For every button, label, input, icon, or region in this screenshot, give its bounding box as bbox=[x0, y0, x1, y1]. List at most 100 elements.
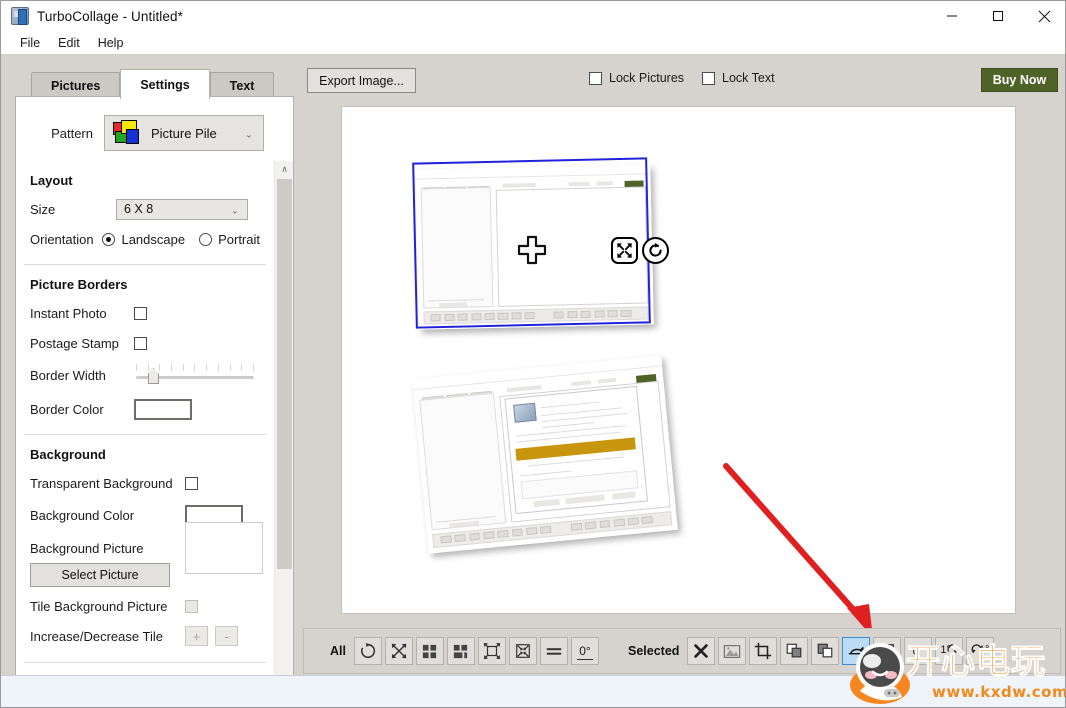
flip-button[interactable] bbox=[842, 637, 870, 665]
divider bbox=[24, 662, 266, 663]
orientation-label: Orientation bbox=[30, 232, 102, 247]
maximize-button[interactable] bbox=[975, 1, 1021, 31]
instant-photo-label: Instant Photo bbox=[30, 306, 134, 321]
panel-tabs: Pictures Settings Text bbox=[31, 69, 274, 99]
collapse-button[interactable] bbox=[509, 637, 537, 665]
border-color-label: Border Color bbox=[30, 402, 134, 417]
bring-forward-button[interactable] bbox=[780, 637, 808, 665]
buy-now-button[interactable]: Buy Now bbox=[981, 68, 1058, 92]
tab-settings[interactable]: Settings bbox=[120, 69, 209, 99]
collage-picture-2[interactable] bbox=[412, 355, 678, 553]
orientation-row: Orientation Landscape Portrait bbox=[16, 224, 274, 254]
scroll-up-icon[interactable]: ∧ bbox=[275, 161, 294, 178]
send-backward-button[interactable] bbox=[811, 637, 839, 665]
bring-forward-icon bbox=[785, 642, 803, 660]
border-width-label: Border Width bbox=[30, 368, 134, 383]
diagonal-arrows-icon bbox=[390, 642, 408, 660]
reset-angle-button[interactable]: 0° bbox=[904, 637, 932, 665]
expand-button[interactable] bbox=[478, 637, 506, 665]
tile-background-checkbox[interactable] bbox=[185, 600, 198, 613]
shuffle-rotate-button[interactable] bbox=[354, 637, 382, 665]
pattern-dropdown[interactable]: Picture Pile ⌄ bbox=[104, 115, 264, 151]
tile-increase-button[interactable]: + bbox=[185, 626, 208, 646]
resize-handle[interactable] bbox=[611, 237, 638, 264]
selected-label: Selected bbox=[628, 644, 679, 658]
rotate-circle-icon bbox=[647, 242, 664, 259]
size-label: Size bbox=[30, 202, 116, 217]
export-image-button[interactable]: Export Image... bbox=[307, 68, 416, 93]
instant-photo-checkbox[interactable] bbox=[134, 307, 147, 320]
settings-scroll-content: Layout Size 6 X 8 ⌄ Orientation Landscap… bbox=[16, 161, 274, 692]
border-width-slider[interactable] bbox=[134, 364, 256, 386]
top-toolbar: Export Image... Lock Pictures Lock Text … bbox=[301, 54, 1066, 106]
background-picture-preview[interactable] bbox=[185, 522, 263, 574]
replace-picture-button[interactable] bbox=[718, 637, 746, 665]
size-select[interactable]: 6 X 8 ⌄ bbox=[116, 199, 248, 220]
rotate-ccw-button[interactable]: 1° bbox=[966, 637, 994, 665]
expand-arrows-icon bbox=[483, 642, 501, 660]
reset-rotation-button[interactable]: 0° bbox=[571, 637, 599, 665]
settings-content: Pattern Picture Pile ⌄ Layout bbox=[15, 96, 294, 693]
flip-icon bbox=[847, 643, 865, 659]
chevron-down-icon: ⌄ bbox=[245, 131, 253, 136]
crop-button[interactable] bbox=[749, 637, 777, 665]
grid-mixed-button[interactable] bbox=[447, 637, 475, 665]
border-color-swatch[interactable] bbox=[134, 399, 192, 420]
plus-icon bbox=[517, 235, 547, 265]
rotate-cw-button[interactable]: 1° bbox=[935, 637, 963, 665]
menu-bar: File Edit Help bbox=[1, 31, 1066, 54]
menu-edit[interactable]: Edit bbox=[49, 34, 89, 52]
menu-file[interactable]: File bbox=[11, 34, 49, 52]
pattern-value: Picture Pile bbox=[151, 126, 217, 141]
settings-scrollbar[interactable]: ∧ ∨ bbox=[274, 161, 293, 692]
window-title: TurboCollage - Untitled* bbox=[37, 9, 183, 24]
background-color-label: Background Color bbox=[30, 508, 185, 523]
send-backward-icon bbox=[816, 642, 834, 660]
rotate-cw-icon bbox=[946, 641, 960, 655]
title-bar: TurboCollage - Untitled* bbox=[1, 1, 1066, 31]
align-button[interactable] bbox=[540, 637, 568, 665]
collapse-arrows-icon bbox=[514, 642, 532, 660]
close-button[interactable] bbox=[1021, 1, 1066, 31]
divider bbox=[24, 434, 266, 435]
scatter-button[interactable] bbox=[385, 637, 413, 665]
postage-stamp-checkbox[interactable] bbox=[134, 337, 147, 350]
tab-pictures[interactable]: Pictures bbox=[31, 72, 120, 99]
lock-text-checkbox[interactable] bbox=[702, 72, 715, 85]
radio-landscape[interactable] bbox=[102, 233, 115, 246]
portrait-label: Portrait bbox=[218, 232, 260, 247]
select-picture-button[interactable]: Select Picture bbox=[30, 563, 170, 587]
tile-stepper: + - bbox=[185, 626, 238, 646]
radio-portrait[interactable] bbox=[199, 233, 212, 246]
picture-pile-icon bbox=[113, 120, 141, 146]
grid-equal-button[interactable] bbox=[416, 637, 444, 665]
tile-background-label: Tile Background Picture bbox=[30, 599, 185, 614]
status-bar bbox=[1, 675, 1066, 707]
background-picture-label: Background Picture bbox=[30, 541, 185, 556]
annotation-arrow bbox=[701, 456, 901, 656]
crop-icon bbox=[754, 642, 772, 660]
transparent-background-checkbox[interactable] bbox=[185, 477, 198, 490]
lock-text-option[interactable]: Lock Text bbox=[702, 71, 775, 85]
rotate-handle[interactable] bbox=[642, 237, 669, 264]
picture-borders-section-title: Picture Borders bbox=[30, 277, 274, 292]
lock-pictures-checkbox[interactable] bbox=[589, 72, 602, 85]
size-value: 6 X 8 bbox=[124, 202, 153, 216]
menu-help[interactable]: Help bbox=[89, 34, 133, 52]
background-picture-row: Background Picture bbox=[16, 536, 274, 560]
lock-pictures-option[interactable]: Lock Pictures bbox=[589, 71, 684, 85]
tab-text[interactable]: Text bbox=[210, 72, 275, 99]
size-row: Size 6 X 8 ⌄ bbox=[16, 194, 274, 224]
scrollbar-thumb[interactable] bbox=[277, 179, 292, 569]
delete-button[interactable] bbox=[687, 637, 715, 665]
settings-scroll-area: Layout Size 6 X 8 ⌄ Orientation Landscap… bbox=[16, 161, 294, 692]
collage-canvas[interactable] bbox=[341, 106, 1016, 614]
lock-options: Lock Pictures Lock Text bbox=[589, 71, 793, 85]
reset-angle-label: 0° bbox=[913, 644, 924, 658]
tile-decrease-button[interactable]: - bbox=[215, 626, 238, 646]
instant-photo-row: Instant Photo bbox=[16, 298, 274, 328]
turbocollage-window: TurboCollage - Untitled* File Edit Help … bbox=[0, 0, 1066, 708]
shrink-button[interactable] bbox=[873, 637, 901, 665]
mixed-squares-icon bbox=[452, 643, 469, 660]
minimize-button[interactable] bbox=[929, 1, 975, 31]
